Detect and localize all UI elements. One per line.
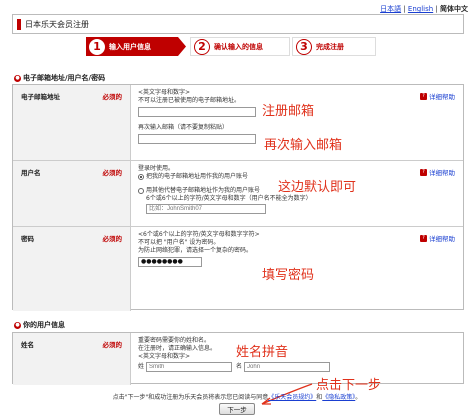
next-button[interactable]: 下一步	[219, 403, 255, 415]
privacy-policy-link[interactable]: 《隐私政策》	[322, 394, 355, 401]
member-terms-link[interactable]: 《乐天会员规约》	[268, 394, 316, 401]
terms-notice: 点击"下一步"和成功注册为乐天会员将表示您已阅读与同意《乐天会员规约》和《隐私政…	[0, 392, 474, 401]
terms-text-before: 点击"下一步"和成功注册为乐天会员将表示您已阅读与同意	[112, 394, 269, 401]
terms-text-after: 。	[355, 394, 362, 401]
annotation-arrow-layer	[261, 383, 313, 405]
